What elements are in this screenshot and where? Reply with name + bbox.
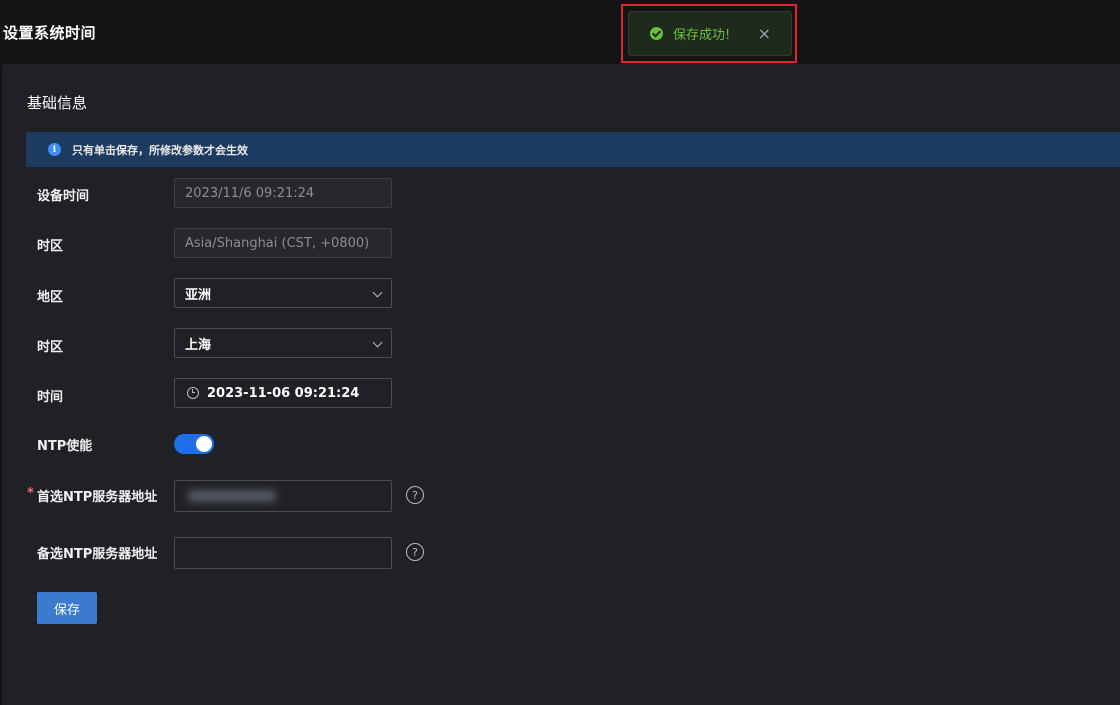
region-value: 亚洲 xyxy=(185,287,212,303)
success-toast: 保存成功! × xyxy=(628,11,792,56)
timezone-select-label: 时区 xyxy=(37,340,64,355)
timezone-display-field: Asia/Shanghai (CST, +0800) xyxy=(174,228,392,258)
redacted-value xyxy=(187,490,277,502)
section-title: 基础信息 xyxy=(27,94,88,112)
save-button[interactable]: 保存 xyxy=(37,592,97,624)
secondary-ntp-input[interactable] xyxy=(174,537,392,569)
settings-card: 基础信息 i 只有单击保存，所修改参数才会生效 设备时间 2023/11/6 0… xyxy=(2,64,1120,705)
ntp-enable-toggle[interactable] xyxy=(174,434,214,454)
time-value: 2023-11-06 09:21:24 xyxy=(207,385,360,401)
timezone-select[interactable]: 上海 xyxy=(174,328,392,358)
notice-bar: i 只有单击保存，所修改参数才会生效 xyxy=(26,132,1120,167)
page-title: 设置系统时间 xyxy=(3,24,97,42)
time-label: 时间 xyxy=(37,390,64,405)
device-time-field: 2023/11/6 09:21:24 xyxy=(174,178,392,208)
info-icon: i xyxy=(48,143,61,156)
ntp-enable-label: NTP使能 xyxy=(37,439,93,454)
help-icon[interactable]: ? xyxy=(406,543,424,561)
help-icon[interactable]: ? xyxy=(406,486,424,504)
success-check-icon xyxy=(650,27,663,40)
timezone-display-value: Asia/Shanghai (CST, +0800) xyxy=(185,235,370,251)
time-picker[interactable]: 2023-11-06 09:21:24 xyxy=(174,378,392,408)
primary-ntp-label: * 首选NTP服务器地址 xyxy=(27,486,158,505)
close-icon[interactable]: × xyxy=(758,24,771,43)
notice-text: 只有单击保存，所修改参数才会生效 xyxy=(72,143,248,157)
timezone-display-label: 时区 xyxy=(37,239,64,254)
toggle-knob xyxy=(196,436,212,452)
region-select[interactable]: 亚洲 xyxy=(174,278,392,308)
region-label: 地区 xyxy=(37,290,64,305)
device-time-value: 2023/11/6 09:21:24 xyxy=(185,185,315,201)
chevron-down-icon xyxy=(372,287,383,298)
secondary-ntp-label: 备选NTP服务器地址 xyxy=(37,547,158,562)
device-time-label: 设备时间 xyxy=(37,189,90,204)
required-mark: * xyxy=(27,486,34,501)
clock-icon xyxy=(187,387,199,399)
primary-ntp-input[interactable] xyxy=(174,480,392,512)
toast-message: 保存成功! xyxy=(673,28,731,43)
timezone-select-value: 上海 xyxy=(185,337,212,353)
chevron-down-icon xyxy=(372,337,383,348)
